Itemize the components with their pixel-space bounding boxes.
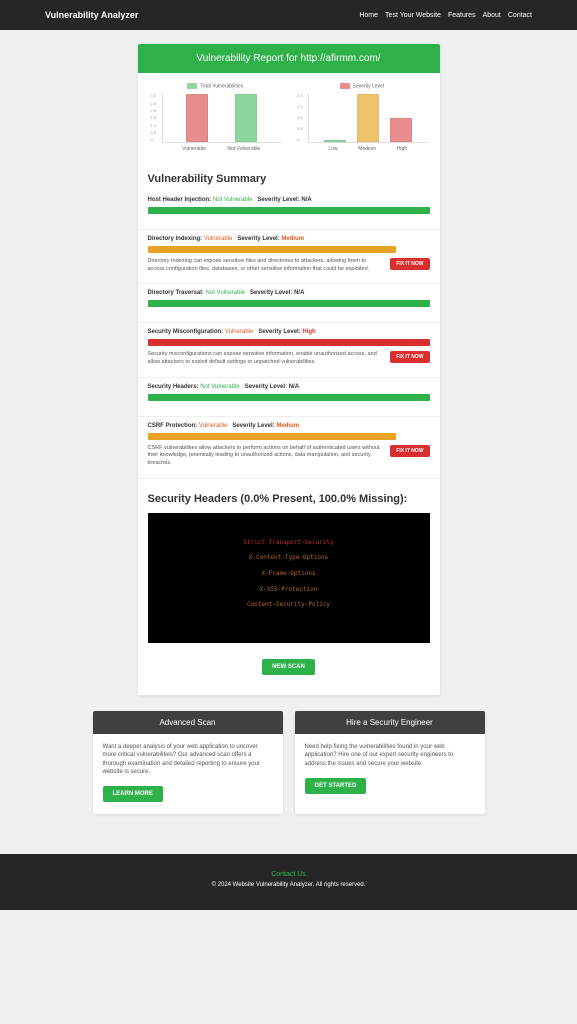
vulnerability-header: Security Headers: Not Vulnerable Severit… [148,384,430,390]
fix-it-button[interactable]: FIX IT NOW [390,351,429,363]
chart: Total Vulnerabilities3.02.52.01.51.00.50… [150,83,282,158]
fix-it-button[interactable]: FIX IT NOW [390,445,429,457]
terminal-line: X-Frame-Options [160,566,418,582]
promo-text: Need help fixing the vulnerabilities fou… [305,743,475,768]
vulnerability-description: Security misconfigurations can expose se… [148,351,385,366]
vulnerability-header: Host Header Injection: Not Vulnerable Se… [148,197,430,203]
topbar: Vulnerability Analyzer Home Test Your Web… [0,0,577,30]
chart-bar [390,118,412,142]
charts-row: Total Vulnerabilities3.02.52.01.51.00.50… [138,73,440,163]
vulnerability-item: Directory Traversal: Not Vulnerable Seve… [138,284,440,323]
summary-title: Vulnerability Summary [138,163,440,191]
promo-title: Hire a Security Engineer [295,711,485,734]
vulnerability-item: Security Misconfiguration: Vulnerable Se… [138,323,440,377]
severity-bar [148,246,396,253]
nav-link[interactable]: Home [359,12,378,19]
brand-title: Vulnerability Analyzer [45,10,138,20]
promo-title: Advanced Scan [93,711,283,734]
report-card: Vulnerability Report for http://afirmm.c… [138,44,440,695]
nav-link[interactable]: Features [448,12,476,19]
terminal-line: X-XSS-Protection [160,582,418,598]
vulnerability-header: Directory Indexing: Vulnerable Severity … [148,236,430,242]
terminal-line: Strict-Transport-Security [160,535,418,551]
promo-text: Want a deeper analysis of your web appli… [103,743,273,777]
nav-link[interactable]: Contact [508,12,532,19]
promo-card: Advanced Scan Want a deeper analysis of y… [93,711,283,815]
vulnerability-header: CSRF Protection: Vulnerable Severity Lev… [148,423,430,429]
promo-button[interactable]: GET STARTED [305,778,367,794]
vulnerability-item: CSRF Protection: Vulnerable Severity Lev… [138,417,440,479]
severity-bar [148,300,430,307]
chart-bar [324,140,346,142]
promo-row: Advanced Scan Want a deeper analysis of y… [93,711,485,815]
new-scan-button[interactable]: NEW SCAN [262,659,315,675]
nav-link[interactable]: Test Your Website [385,12,441,19]
vulnerability-description: CSRF vulnerabilities allow attackers to … [148,445,385,468]
vulnerability-item: Host Header Injection: Not Vulnerable Se… [138,191,440,230]
terminal-output: Strict-Transport-SecurityX-Content-Type-… [148,513,430,643]
vulnerability-item: Directory Indexing: Vulnerable Severity … [138,230,440,284]
footer-contact-link[interactable]: Contact Us [271,871,306,878]
terminal-line: Content-Security-Policy [160,597,418,613]
new-scan-row: NEW SCAN [138,643,440,695]
vulnerability-header: Directory Traversal: Not Vulnerable Seve… [148,290,430,296]
vulnerability-description: Directory Indexing can expose sensitive … [148,258,385,273]
chart: Severity Level2.01.51.00.50LowMediumHigh [296,83,428,158]
severity-bar [148,433,396,440]
vulnerability-item: Security Headers: Not Vulnerable Severit… [138,378,440,417]
footer-copyright: © 2024 Website Vulnerability Analyzer. A… [0,882,577,888]
chart-bar [186,94,208,142]
chart-bar [235,94,257,142]
promo-card: Hire a Security Engineer Need help fixing… [295,711,485,815]
severity-bar [148,207,430,214]
chart-bar [357,94,379,142]
promo-button[interactable]: LEARN MORE [103,786,163,802]
terminal-line: X-Content-Type-Options [160,550,418,566]
report-header: Vulnerability Report for http://afirmm.c… [138,44,440,73]
vulnerability-header: Security Misconfiguration: Vulnerable Se… [148,329,430,335]
fix-it-button[interactable]: FIX IT NOW [390,258,429,270]
nav-links: Home Test Your Website Features About Contac… [359,12,532,19]
footer: Contact Us © 2024 Website Vulnerability … [0,854,577,910]
severity-bar [148,339,430,346]
nav-link[interactable]: About [483,12,501,19]
severity-bar [148,394,430,401]
security-headers-title: Security Headers (0.0% Present, 100.0% M… [138,479,440,513]
